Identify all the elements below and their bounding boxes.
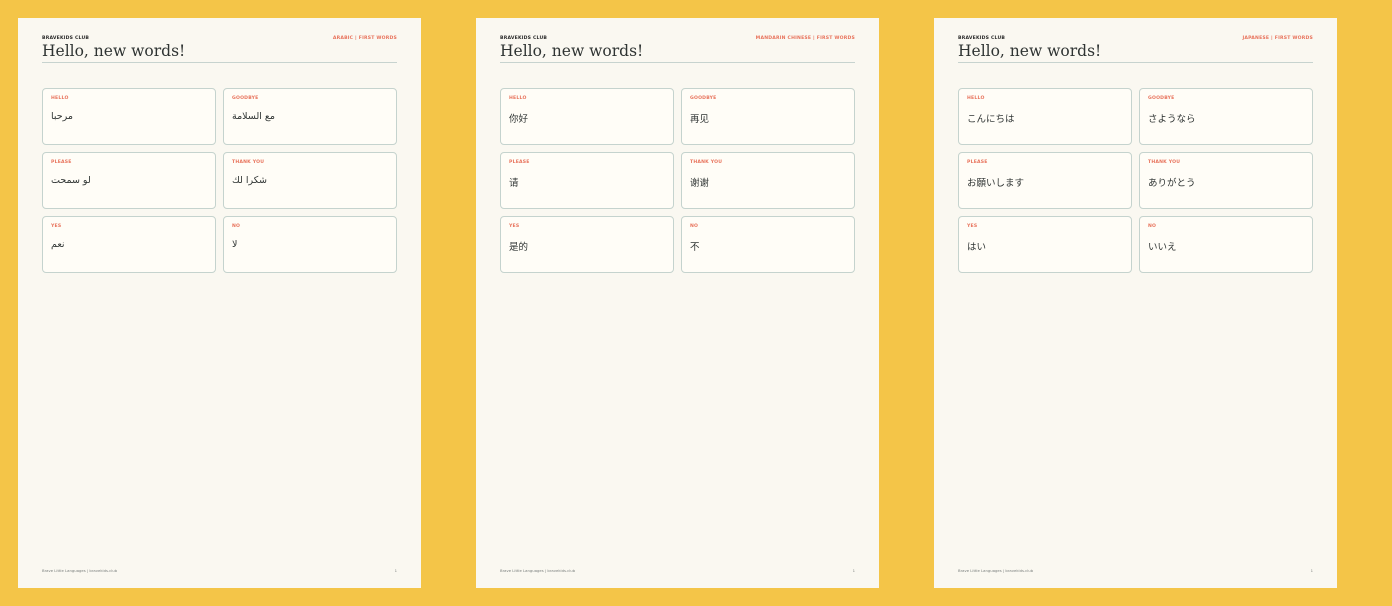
card-label: NO <box>232 224 241 229</box>
card-label: GOODBYE <box>232 96 259 101</box>
card-label: NO <box>1148 224 1157 229</box>
title-divider <box>958 62 1313 63</box>
card-word: مرحبا <box>51 111 73 122</box>
card-label: THANK YOU <box>1148 160 1181 165</box>
page-japanese: BRAVEKIDS CLUB JAPANESE | FIRST WORDS He… <box>934 18 1337 588</box>
word-card-goodbye: GOODBYE 再见 <box>681 88 855 145</box>
card-label: HELLO <box>509 96 527 101</box>
page-number: 1 <box>394 568 397 573</box>
word-card-no: NO لا <box>223 216 397 273</box>
card-word: لو سمحت <box>51 175 91 186</box>
card-label: PLEASE <box>51 160 72 165</box>
card-word: 不 <box>690 242 700 253</box>
page-footer: Brave Little Languages | bravekids.club <box>42 568 118 573</box>
card-word: شكرا لك <box>232 175 268 186</box>
card-label: PLEASE <box>509 160 530 165</box>
card-word: お願いします <box>967 178 1025 189</box>
card-word: こんにちは <box>967 114 1015 125</box>
card-label: NO <box>690 224 699 229</box>
page-footer: Brave Little Languages | bravekids.club <box>958 568 1034 573</box>
word-card-goodbye: GOODBYE مع السلامة <box>223 88 397 145</box>
card-word: لا <box>232 239 238 250</box>
word-card-hello: HELLO こんにちは <box>958 88 1132 145</box>
title-divider <box>42 62 397 63</box>
word-card-no: NO いいえ <box>1139 216 1313 273</box>
page-footer: Brave Little Languages | bravekids.club <box>500 568 576 573</box>
card-word: 是的 <box>509 242 529 253</box>
word-card-thank-you: THANK YOU ありがとう <box>1139 152 1313 209</box>
card-word: 请 <box>509 178 519 189</box>
page-title: Hello, new words! <box>500 42 644 60</box>
card-word: نعم <box>51 239 65 250</box>
language-tag: JAPANESE | FIRST WORDS <box>1242 36 1313 41</box>
word-card-yes: YES نعم <box>42 216 216 273</box>
card-label: GOODBYE <box>1148 96 1175 101</box>
brand-name: BRAVEKIDS CLUB <box>958 36 1006 41</box>
page-title: Hello, new words! <box>42 42 186 60</box>
word-card-hello: HELLO 你好 <box>500 88 674 145</box>
card-word: مع السلامة <box>232 111 276 122</box>
word-card-please: PLEASE お願いします <box>958 152 1132 209</box>
card-word: 再见 <box>690 114 710 125</box>
word-card-yes: YES 是的 <box>500 216 674 273</box>
card-label: YES <box>967 224 978 229</box>
word-card-grid: HELLO 你好 GOODBYE 再见 PLEASE 请 THANK YOU 谢… <box>500 88 855 273</box>
page-number: 1 <box>1310 568 1313 573</box>
card-label: GOODBYE <box>690 96 717 101</box>
page-arabic: BRAVEKIDS CLUB ARABIC | FIRST WORDS Hell… <box>18 18 421 588</box>
document-viewer: BRAVEKIDS CLUB ARABIC | FIRST WORDS Hell… <box>0 0 1392 606</box>
card-label: HELLO <box>967 96 985 101</box>
brand-name: BRAVEKIDS CLUB <box>500 36 548 41</box>
card-word: いいえ <box>1148 242 1177 253</box>
word-card-thank-you: THANK YOU 谢谢 <box>681 152 855 209</box>
card-label: HELLO <box>51 96 69 101</box>
word-card-hello: HELLO مرحبا <box>42 88 216 145</box>
card-word: さようなら <box>1148 114 1196 125</box>
word-card-no: NO 不 <box>681 216 855 273</box>
card-label: THANK YOU <box>690 160 723 165</box>
card-label: THANK YOU <box>232 160 265 165</box>
word-card-grid: HELLO こんにちは GOODBYE さようなら PLEASE お願いします … <box>958 88 1313 273</box>
word-card-grid: HELLO مرحبا GOODBYE مع السلامة PLEASE لو… <box>42 88 397 273</box>
word-card-thank-you: THANK YOU شكرا لك <box>223 152 397 209</box>
title-divider <box>500 62 855 63</box>
page-title: Hello, new words! <box>958 42 1102 60</box>
card-label: YES <box>51 224 62 229</box>
word-card-please: PLEASE 请 <box>500 152 674 209</box>
card-label: PLEASE <box>967 160 988 165</box>
word-card-goodbye: GOODBYE さようなら <box>1139 88 1313 145</box>
card-label: YES <box>509 224 520 229</box>
word-card-please: PLEASE لو سمحت <box>42 152 216 209</box>
page-mandarin: BRAVEKIDS CLUB MANDARIN CHINESE | FIRST … <box>476 18 879 588</box>
language-tag: MANDARIN CHINESE | FIRST WORDS <box>755 36 855 41</box>
language-tag: ARABIC | FIRST WORDS <box>332 36 397 41</box>
brand-name: BRAVEKIDS CLUB <box>42 36 90 41</box>
page-number: 1 <box>852 568 855 573</box>
word-card-yes: YES はい <box>958 216 1132 273</box>
card-word: 谢谢 <box>690 178 710 189</box>
card-word: 你好 <box>509 114 529 125</box>
card-word: ありがとう <box>1148 178 1196 189</box>
card-word: はい <box>967 242 987 253</box>
